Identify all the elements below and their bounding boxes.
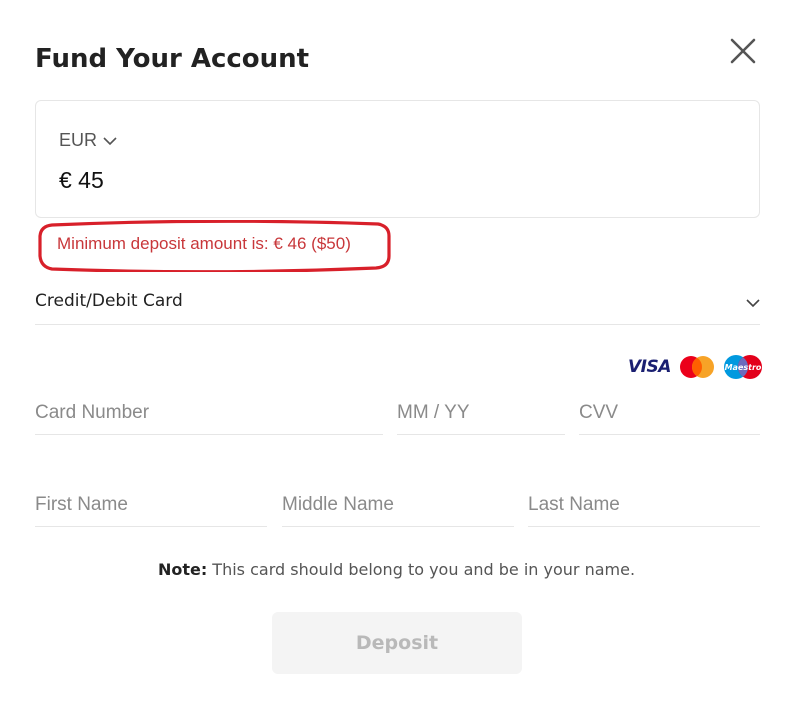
- middle-name-field: [282, 483, 514, 527]
- note-text: This card should belong to you and be in…: [207, 560, 636, 579]
- first-name-input[interactable]: [35, 483, 267, 526]
- maestro-logo: Maestro: [723, 355, 762, 379]
- card-number-field: [35, 391, 383, 435]
- middle-name-input[interactable]: [282, 483, 514, 526]
- chevron-down-icon: [746, 295, 760, 313]
- payment-method-select[interactable]: Credit/Debit Card: [35, 279, 760, 325]
- payment-method-label: Credit/Debit Card: [35, 291, 183, 311]
- svg-text:Maestro: Maestro: [724, 363, 761, 372]
- currency-label: EUR: [59, 130, 98, 150]
- cvv-input[interactable]: [579, 391, 760, 434]
- currency-select[interactable]: EUR: [59, 130, 117, 151]
- last-name-field: [528, 483, 760, 527]
- visa-logo: VISA: [628, 357, 671, 377]
- mastercard-icon: [679, 356, 714, 378]
- card-ownership-note: Note: This card should belong to you and…: [0, 560, 793, 579]
- cvv-field: [579, 391, 760, 435]
- note-label: Note:: [157, 560, 208, 579]
- first-name-field: [35, 483, 267, 527]
- deposit-button[interactable]: Deposit: [272, 612, 522, 674]
- chevron-down-icon: [103, 130, 117, 151]
- card-number-input[interactable]: [35, 391, 383, 434]
- last-name-input[interactable]: [528, 483, 760, 526]
- fund-account-dialog: Fund Your Account EUR Minimum deposit am…: [0, 0, 793, 710]
- expiry-field: [397, 391, 565, 435]
- amount-box: EUR: [35, 100, 760, 218]
- expiry-input[interactable]: [397, 391, 565, 434]
- card-logos: VISA Maestro: [628, 354, 763, 380]
- close-icon[interactable]: [728, 36, 758, 66]
- dialog-title: Fund Your Account: [35, 44, 310, 74]
- amount-input[interactable]: [59, 167, 359, 194]
- min-deposit-error: Minimum deposit amount is: € 46 ($50): [57, 234, 351, 253]
